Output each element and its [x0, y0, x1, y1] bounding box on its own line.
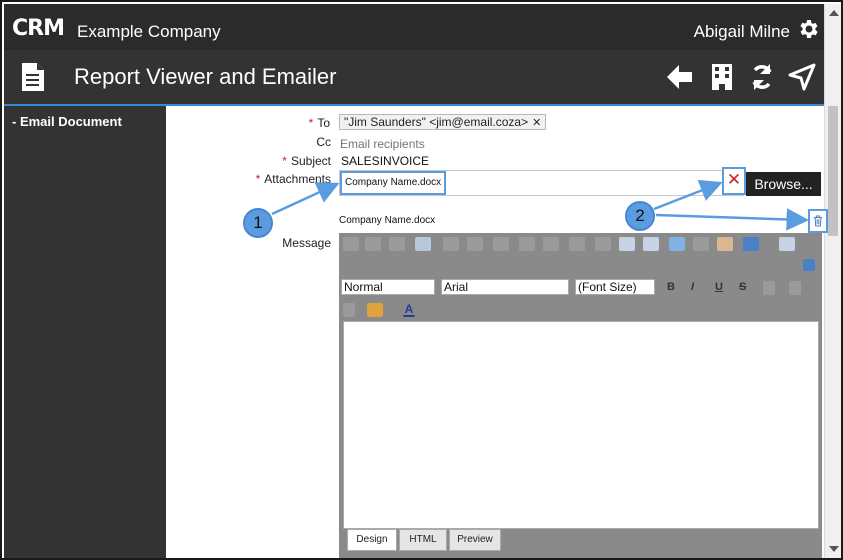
- subject-input[interactable]: SALESINVOICE: [341, 154, 429, 168]
- fullscreen-icon[interactable]: [803, 259, 815, 271]
- font-size-select[interactable]: (Font Size): [575, 279, 655, 295]
- gear-icon[interactable]: [796, 17, 820, 41]
- hyperlink-icon[interactable]: [669, 237, 685, 251]
- font-name-select[interactable]: Arial: [441, 279, 569, 295]
- message-label: Message: [282, 236, 331, 250]
- underline-button[interactable]: U: [715, 281, 723, 293]
- subscript-icon[interactable]: [543, 237, 559, 251]
- bullet-list-icon[interactable]: [763, 281, 775, 295]
- undo-icon[interactable]: [443, 237, 459, 251]
- cc-label: Cc: [316, 135, 331, 149]
- cut-icon[interactable]: [343, 237, 359, 251]
- sidebar-item-label: Email Document: [19, 114, 122, 129]
- font-color-icon[interactable]: A: [403, 303, 415, 317]
- tab-design[interactable]: Design: [347, 529, 397, 551]
- refresh-icon[interactable]: [747, 62, 777, 92]
- indent-icon[interactable]: [619, 237, 635, 251]
- attachment-file-name[interactable]: Company Name.docx: [340, 171, 447, 195]
- outdent-icon[interactable]: [643, 237, 659, 251]
- callout-1-arrow: [271, 182, 340, 216]
- justify-icon[interactable]: [343, 303, 355, 317]
- numbered-list-icon[interactable]: [789, 281, 801, 295]
- attachment-field[interactable]: Company Name.docx: [339, 170, 744, 196]
- app-window: CRM Example Company Abigail Milne Report…: [0, 0, 843, 560]
- paste-from-word-icon[interactable]: [415, 237, 431, 251]
- sidebar-item-email-document[interactable]: - Email Document: [12, 114, 122, 129]
- building-icon[interactable]: [707, 62, 737, 92]
- rich-text-editor: Normal Arial (Font Size) B I U S A Desig…: [339, 233, 822, 558]
- align-center-icon[interactable]: [595, 237, 611, 251]
- superscript-icon[interactable]: [519, 237, 535, 251]
- sidebar: - Email Document: [4, 106, 166, 558]
- scroll-up-arrow-icon[interactable]: [829, 10, 839, 16]
- crm-logo[interactable]: CRM: [12, 18, 65, 40]
- italic-button[interactable]: I: [691, 281, 694, 293]
- uploaded-file-name: Company Name.docx: [339, 215, 436, 226]
- required-marker: *: [308, 116, 314, 130]
- unlink-icon[interactable]: [693, 237, 709, 251]
- remove-recipient-icon[interactable]: ✕: [532, 117, 541, 129]
- table-icon[interactable]: [743, 237, 759, 251]
- tab-html[interactable]: HTML: [399, 529, 447, 551]
- attachments-label: * Attachments: [255, 172, 331, 186]
- bold-button[interactable]: B: [667, 281, 675, 293]
- tab-preview[interactable]: Preview: [449, 529, 501, 551]
- required-marker: *: [255, 172, 261, 186]
- callout-2-arrow-trash: [655, 208, 809, 231]
- to-label: * To: [308, 116, 330, 130]
- scroll-down-arrow-icon[interactable]: [829, 546, 839, 552]
- redo-icon[interactable]: [467, 237, 483, 251]
- callout-2: 2: [625, 201, 655, 231]
- delete-file-button[interactable]: [808, 209, 828, 233]
- find-icon[interactable]: [779, 237, 795, 251]
- back-arrow-icon[interactable]: [664, 62, 694, 92]
- browse-button[interactable]: Browse...: [746, 172, 821, 196]
- document-icon: [22, 63, 44, 91]
- required-marker: *: [282, 154, 287, 168]
- send-icon[interactable]: [787, 62, 817, 92]
- remove-attachment-icon[interactable]: ✕: [722, 167, 746, 195]
- scrollbar-thumb[interactable]: [828, 106, 838, 236]
- callout-1: 1: [243, 208, 273, 238]
- image-icon[interactable]: [717, 237, 733, 251]
- align-left-icon[interactable]: [569, 237, 585, 251]
- user-name[interactable]: Abigail Milne: [694, 22, 790, 42]
- paste-icon[interactable]: [389, 237, 405, 251]
- paragraph-format-select[interactable]: Normal: [341, 279, 435, 295]
- strikethrough-button[interactable]: S: [739, 281, 746, 293]
- copy-icon[interactable]: [365, 237, 381, 251]
- cc-input[interactable]: [340, 136, 540, 152]
- company-name: Example Company: [77, 22, 221, 41]
- trash-icon: [813, 215, 823, 227]
- page-title: Report Viewer and Emailer: [74, 64, 337, 89]
- subject-label: * Subject: [282, 154, 331, 168]
- top-bar: CRM Example Company Abigail Milne: [4, 4, 824, 50]
- title-bar: Report Viewer and Emailer: [4, 50, 824, 104]
- scrollbar[interactable]: [824, 4, 841, 558]
- highlight-color-icon[interactable]: [367, 303, 383, 317]
- recipient-chip[interactable]: "Jim Saunders" <jim@email.coza> ✕: [339, 114, 547, 130]
- message-editor-area[interactable]: [343, 321, 819, 529]
- spellcheck-icon[interactable]: [493, 237, 509, 251]
